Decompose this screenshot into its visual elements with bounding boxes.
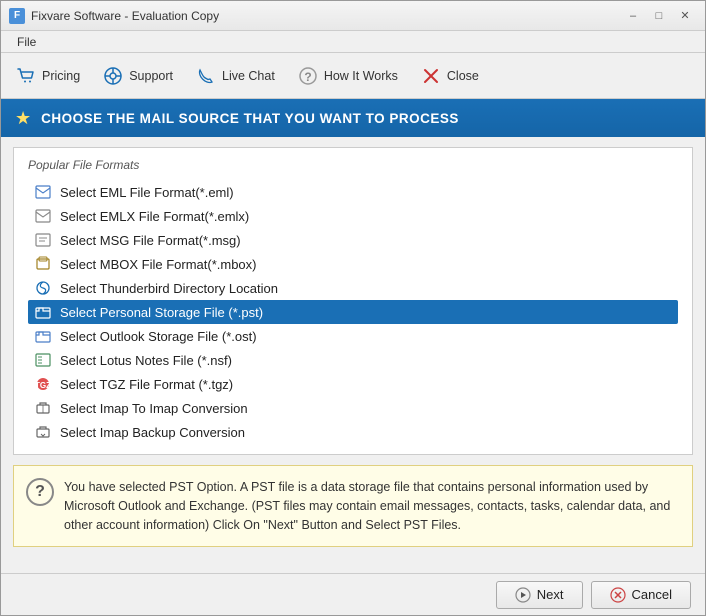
item-label: Select Imap Backup Conversion <box>60 425 245 440</box>
svg-text:TGZ: TGZ <box>35 381 51 390</box>
app-window: F Fixvare Software - Evaluation Copy – □… <box>0 0 706 616</box>
footer: Next Cancel <box>1 573 705 615</box>
msg-icon <box>34 231 52 249</box>
cart-icon <box>15 65 37 87</box>
title-bar-left: F Fixvare Software - Evaluation Copy <box>9 8 219 24</box>
list-item[interactable]: Select MSG File Format(*.msg) <box>28 228 678 252</box>
next-label: Next <box>537 587 564 602</box>
list-item[interactable]: Select Imap Backup Conversion <box>28 420 678 444</box>
maximize-button[interactable]: □ <box>647 6 671 26</box>
menu-bar: File <box>1 31 705 53</box>
list-item[interactable]: Select Imap To Imap Conversion <box>28 396 678 420</box>
support-button[interactable]: Support <box>92 57 183 95</box>
info-box: ? You have selected PST Option. A PST fi… <box>13 465 693 547</box>
item-label: Select EML File Format(*.eml) <box>60 185 234 200</box>
eml-icon <box>34 183 52 201</box>
title-bar-title: Fixvare Software - Evaluation Copy <box>31 9 219 23</box>
cancel-label: Cancel <box>632 587 672 602</box>
thunderbird-icon <box>34 279 52 297</box>
title-bar: F Fixvare Software - Evaluation Copy – □… <box>1 1 705 31</box>
next-button[interactable]: Next <box>496 581 583 609</box>
list-item[interactable]: TGZ Select TGZ File Format (*.tgz) <box>28 372 678 396</box>
item-label: Select Imap To Imap Conversion <box>60 401 248 416</box>
app-icon: F <box>9 8 25 24</box>
howitworks-label: How It Works <box>324 69 398 83</box>
title-bar-controls: – □ ✕ <box>621 6 697 26</box>
item-label: Select Outlook Storage File (*.ost) <box>60 329 257 344</box>
support-icon <box>102 65 124 87</box>
ost-icon <box>34 327 52 345</box>
minimize-button[interactable]: – <box>621 6 645 26</box>
item-label: Select MSG File Format(*.msg) <box>60 233 241 248</box>
list-item[interactable]: Select Thunderbird Directory Location <box>28 276 678 300</box>
info-text: You have selected PST Option. A PST file… <box>64 480 670 532</box>
support-label: Support <box>129 69 173 83</box>
cancel-icon <box>610 587 626 603</box>
mbox-icon <box>34 255 52 273</box>
next-icon <box>515 587 531 603</box>
imapbackup-icon <box>34 423 52 441</box>
pst-icon <box>34 303 52 321</box>
howitworks-button[interactable]: ? How It Works <box>287 57 408 95</box>
item-label: Select TGZ File Format (*.tgz) <box>60 377 233 392</box>
info-icon: ? <box>26 478 54 506</box>
emlx-icon <box>34 207 52 225</box>
item-label: Select MBOX File Format(*.mbox) <box>60 257 257 272</box>
item-label: Select Thunderbird Directory Location <box>60 281 278 296</box>
file-format-list: Select EML File Format(*.eml) Select EML… <box>28 180 678 444</box>
tgz-icon: TGZ <box>34 375 52 393</box>
list-item[interactable]: Select EMLX File Format(*.emlx) <box>28 204 678 228</box>
list-item[interactable]: Select MBOX File Format(*.mbox) <box>28 252 678 276</box>
toolbar: Pricing Support Live Chat <box>1 53 705 99</box>
imap-icon <box>34 399 52 417</box>
file-format-panel: Popular File Formats Select EML File For… <box>13 147 693 455</box>
pricing-label: Pricing <box>42 69 80 83</box>
menu-file[interactable]: File <box>9 33 44 51</box>
header-banner: ★ CHOOSE THE MAIL SOURCE THAT YOU WANT T… <box>1 99 705 137</box>
nsf-icon <box>34 351 52 369</box>
item-label: Select Lotus Notes File (*.nsf) <box>60 353 232 368</box>
svg-text:?: ? <box>304 70 311 84</box>
livechat-button[interactable]: Live Chat <box>185 57 285 95</box>
close-button[interactable]: Close <box>410 57 489 95</box>
list-item-pst[interactable]: Select Personal Storage File (*.pst) <box>28 300 678 324</box>
cancel-button[interactable]: Cancel <box>591 581 691 609</box>
close-window-button[interactable]: ✕ <box>673 6 697 26</box>
banner-text: CHOOSE THE MAIL SOURCE THAT YOU WANT TO … <box>41 111 459 126</box>
close-label: Close <box>447 69 479 83</box>
pricing-button[interactable]: Pricing <box>5 57 90 95</box>
list-item[interactable]: Select Outlook Storage File (*.ost) <box>28 324 678 348</box>
section-title: Popular File Formats <box>28 158 678 172</box>
item-label: Select EMLX File Format(*.emlx) <box>60 209 249 224</box>
banner-icon: ★ <box>15 108 31 129</box>
list-item[interactable]: Select Lotus Notes File (*.nsf) <box>28 348 678 372</box>
list-item[interactable]: Select EML File Format(*.eml) <box>28 180 678 204</box>
phone-icon <box>195 65 217 87</box>
question-icon: ? <box>297 65 319 87</box>
item-label: Select Personal Storage File (*.pst) <box>60 305 263 320</box>
x-icon <box>420 65 442 87</box>
livechat-label: Live Chat <box>222 69 275 83</box>
